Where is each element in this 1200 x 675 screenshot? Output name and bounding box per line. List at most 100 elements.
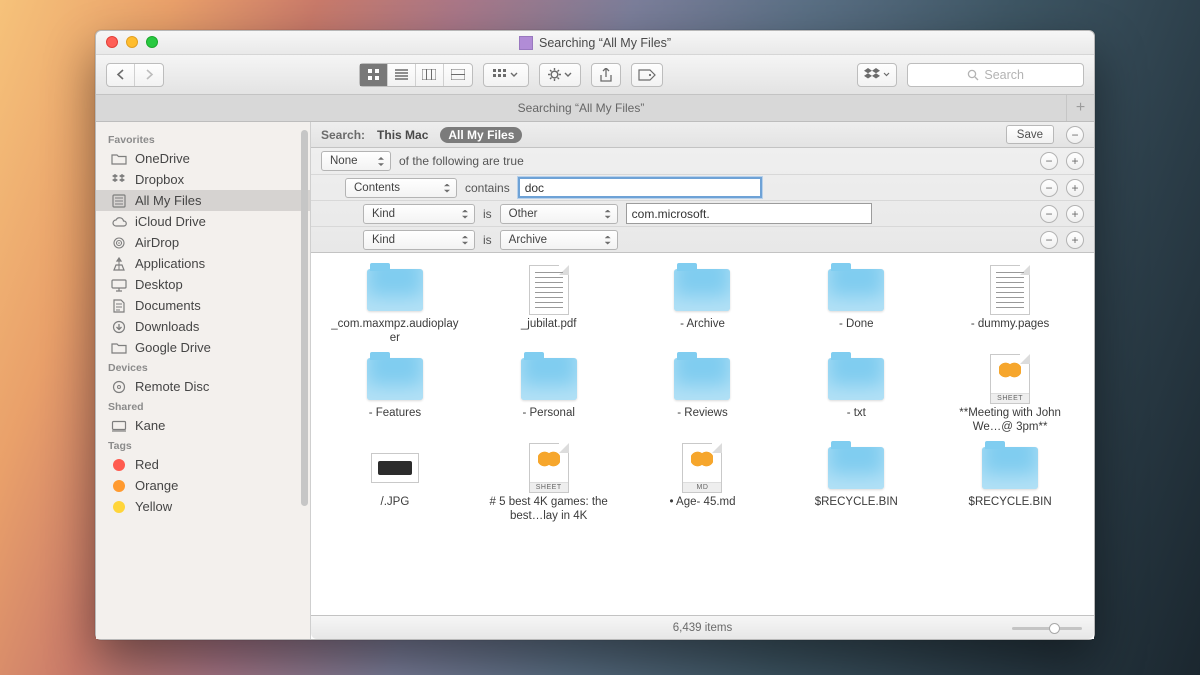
result-item[interactable]: - txt [782, 356, 930, 435]
sidebar-item-icloud-drive[interactable]: iCloud Drive [96, 211, 310, 232]
search-field[interactable]: Search [907, 63, 1084, 87]
result-item[interactable]: - Reviews [629, 356, 777, 435]
save-search-button[interactable]: Save [1006, 125, 1054, 144]
dropbox-toolbar-button[interactable] [857, 63, 897, 87]
criteria-op-1: contains [465, 181, 510, 195]
computer-icon [110, 418, 127, 433]
result-item[interactable]: - dummy.pages [936, 267, 1084, 346]
column-view-button[interactable] [416, 64, 444, 86]
maximize-button[interactable] [146, 36, 158, 48]
criteria-kind-3[interactable]: Archive [500, 230, 618, 250]
result-item[interactable]: - Features [321, 356, 469, 435]
toolbar: Search [96, 55, 1094, 95]
md-icon: MD [672, 445, 732, 491]
criteria-add-2[interactable]: + [1066, 205, 1084, 223]
minimize-button[interactable] [126, 36, 138, 48]
folder-icon [672, 356, 732, 402]
sheet-icon: SHEET [519, 445, 579, 491]
sidebar-item-orange[interactable]: Orange [96, 475, 310, 496]
cloud-icon [110, 214, 127, 229]
criteria-row-3: Kind is Archive − + [311, 226, 1094, 252]
criteria-kind-2[interactable]: Other [500, 204, 618, 224]
tab-bar: Searching “All My Files” + [96, 95, 1094, 122]
apps-icon [110, 256, 127, 271]
result-item[interactable]: SHEET**Meeting with John We…@ 3pm** [936, 356, 1084, 435]
sidebar-item-label: All My Files [135, 193, 201, 208]
search-icon [967, 69, 979, 81]
results-area[interactable]: _com.maxmpz.audioplayer_jubilat.pdf- Arc… [311, 253, 1094, 615]
scope-all-my-files[interactable]: All My Files [440, 127, 522, 143]
sheet-icon: SHEET [980, 356, 1040, 402]
zoom-slider[interactable] [1012, 623, 1082, 633]
sidebar-item-onedrive[interactable]: OneDrive [96, 148, 310, 169]
airdrop-icon [110, 235, 127, 250]
criteria-value-1[interactable] [518, 177, 762, 198]
result-item[interactable]: $RECYCLE.BIN [936, 445, 1084, 524]
scope-bar: Search: This Mac All My Files Save − [311, 122, 1094, 148]
sidebar-item-google-drive[interactable]: Google Drive [96, 337, 310, 358]
result-item[interactable]: /.JPG [321, 445, 469, 524]
remove-scope-button[interactable]: − [1066, 126, 1084, 144]
tag-icon [110, 457, 127, 472]
coverflow-view-button[interactable] [444, 64, 472, 86]
tab-searching[interactable]: Searching “All My Files” [96, 95, 1066, 121]
sidebar-item-documents[interactable]: Documents [96, 295, 310, 316]
main-content: Search: This Mac All My Files Save − Non… [311, 122, 1094, 639]
back-button[interactable] [107, 64, 135, 86]
result-label: • Age- 45.md [669, 495, 735, 509]
criteria-remove-1[interactable]: − [1040, 179, 1058, 197]
criteria-remove-3[interactable]: − [1040, 231, 1058, 249]
sidebar-section-label: Devices [96, 358, 310, 376]
criteria-remove-0[interactable]: − [1040, 152, 1058, 170]
folder-icon [826, 356, 886, 402]
sidebar-scrollbar[interactable] [300, 130, 308, 631]
sidebar-item-label: Kane [135, 418, 165, 433]
criteria-value-2[interactable] [626, 203, 872, 224]
sidebar-item-applications[interactable]: Applications [96, 253, 310, 274]
criteria-attr-2[interactable]: Kind [363, 204, 475, 224]
criteria-remove-2[interactable]: − [1040, 205, 1058, 223]
sidebar-item-remote-disc[interactable]: Remote Disc [96, 376, 310, 397]
criteria-add-1[interactable]: + [1066, 179, 1084, 197]
arrange-button[interactable] [483, 63, 529, 87]
forward-button[interactable] [135, 64, 163, 86]
result-item[interactable]: - Personal [475, 356, 623, 435]
criteria-add-0[interactable]: + [1066, 152, 1084, 170]
sidebar-item-kane[interactable]: Kane [96, 415, 310, 436]
scope-this-mac[interactable]: This Mac [377, 128, 428, 142]
tags-button[interactable] [631, 63, 663, 87]
sidebar-item-yellow[interactable]: Yellow [96, 496, 310, 517]
sidebar-item-airdrop[interactable]: AirDrop [96, 232, 310, 253]
result-item[interactable]: - Archive [629, 267, 777, 346]
sidebar-item-desktop[interactable]: Desktop [96, 274, 310, 295]
result-label: /.JPG [381, 495, 410, 509]
result-label: $RECYCLE.BIN [815, 495, 898, 509]
titlebar[interactable]: Searching “All My Files” [96, 31, 1094, 55]
result-item[interactable]: - Done [782, 267, 930, 346]
folder-icon [110, 151, 127, 166]
sidebar-item-label: Orange [135, 478, 178, 493]
action-button[interactable] [539, 63, 581, 87]
criteria-attr-3[interactable]: Kind [363, 230, 475, 250]
criteria-attr-1[interactable]: Contents [345, 178, 457, 198]
icon-view-button[interactable] [360, 64, 388, 86]
share-button[interactable] [591, 63, 621, 87]
result-item[interactable]: MD • Age- 45.md [629, 445, 777, 524]
new-tab-button[interactable]: + [1066, 95, 1094, 121]
search-criteria: None of the following are true − + Conte… [311, 148, 1094, 253]
sidebar-item-label: Downloads [135, 319, 199, 334]
result-item[interactable]: _jubilat.pdf [475, 267, 623, 346]
sidebar-item-dropbox[interactable]: Dropbox [96, 169, 310, 190]
folder-icon [826, 445, 886, 491]
criteria-add-3[interactable]: + [1066, 231, 1084, 249]
result-item[interactable]: SHEET# 5 best 4K games: the best…lay in … [475, 445, 623, 524]
sidebar-item-downloads[interactable]: Downloads [96, 316, 310, 337]
list-view-button[interactable] [388, 64, 416, 86]
result-item[interactable]: $RECYCLE.BIN [782, 445, 930, 524]
dropbox-icon [110, 172, 127, 187]
sidebar-item-all-my-files[interactable]: All My Files [96, 190, 310, 211]
result-item[interactable]: _com.maxmpz.audioplayer [321, 267, 469, 346]
criteria-attr-0[interactable]: None [321, 151, 391, 171]
close-button[interactable] [106, 36, 118, 48]
sidebar-item-red[interactable]: Red [96, 454, 310, 475]
